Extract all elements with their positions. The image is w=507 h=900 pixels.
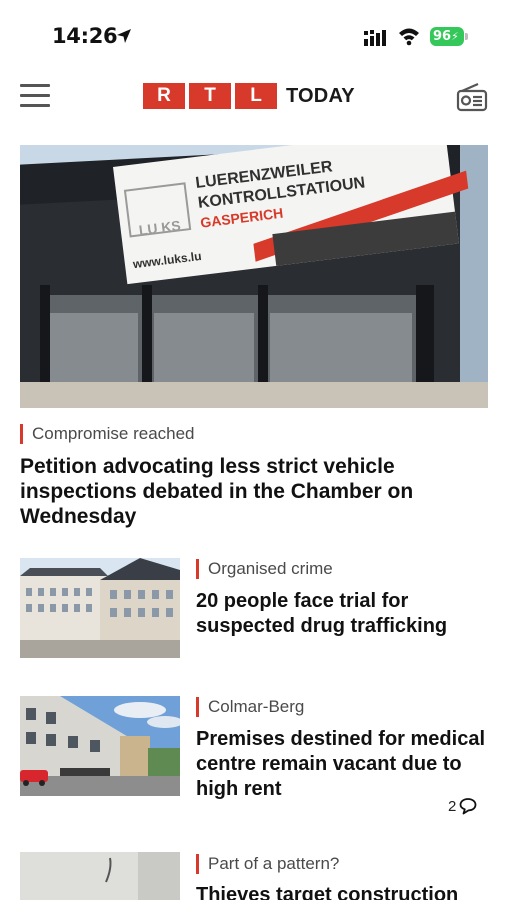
category-accent-bar <box>196 559 199 579</box>
article-category[interactable]: Organised crime <box>196 559 333 579</box>
charging-bolt-icon: ⚡ <box>451 30 459 43</box>
article-headline[interactable]: Premises destined for medical centre rem… <box>196 727 486 802</box>
location-arrow-icon <box>117 29 131 43</box>
article-thumbnail[interactable] <box>20 696 180 796</box>
hamburger-menu-icon[interactable] <box>20 84 50 110</box>
hero-article-image[interactable]: LU KS LUERENZWEILER KONTROLLSTATIOUN GAS… <box>20 145 488 408</box>
article-category[interactable]: Part of a pattern? <box>196 854 339 874</box>
speech-bubble-icon <box>459 798 477 815</box>
thumbnail-street-image <box>20 696 180 796</box>
battery-cap <box>465 33 468 40</box>
article-category[interactable]: Colmar-Berg <box>196 697 304 717</box>
sign-url: www.luks.lu <box>132 248 203 272</box>
status-time: 14:26 <box>52 24 118 48</box>
rtl-today-logo[interactable]: R T L TODAY <box>143 83 355 109</box>
app-header: R T L TODAY <box>0 72 507 124</box>
article-headline[interactable]: Thieves target construction <box>196 883 496 900</box>
inspection-station-sign: LU KS LUERENZWEILER KONTROLLSTATIOUN GAS… <box>113 145 469 285</box>
comment-count-value: 2 <box>448 797 457 815</box>
hero-ground <box>20 382 488 408</box>
battery-level: 96 <box>433 29 452 44</box>
wifi-icon <box>399 28 419 46</box>
radio-icon[interactable] <box>456 82 488 112</box>
comment-count[interactable]: 2 <box>448 796 477 816</box>
category-label: Compromise reached <box>32 424 195 443</box>
category-label: Organised crime <box>208 559 333 578</box>
cellular-signal-icon <box>364 30 386 46</box>
article-thumbnail[interactable] <box>20 852 180 900</box>
article-category[interactable]: Compromise reached <box>20 424 195 444</box>
article-headline[interactable]: 20 people face trial for suspected drug … <box>196 589 486 639</box>
battery-indicator: 96⚡ <box>430 27 464 46</box>
logo-letter-t: T <box>189 83 231 109</box>
category-label: Colmar-Berg <box>208 697 305 716</box>
status-bar: 14:26 96⚡ <box>0 0 507 72</box>
category-accent-bar <box>20 424 23 444</box>
sign-logo: LU KS <box>123 182 192 238</box>
thumbnail-buildings-image <box>20 558 180 658</box>
thumbnail-construction-image <box>20 852 180 900</box>
category-accent-bar <box>196 854 199 874</box>
logo-letter-l: L <box>235 83 277 109</box>
article-thumbnail[interactable] <box>20 558 180 658</box>
article-headline[interactable]: Petition advocating less strict vehicle … <box>20 454 470 529</box>
logo-today-text: TODAY <box>286 84 355 107</box>
logo-letter-r: R <box>143 83 185 109</box>
category-accent-bar <box>196 697 199 717</box>
category-label: Part of a pattern? <box>208 854 340 873</box>
